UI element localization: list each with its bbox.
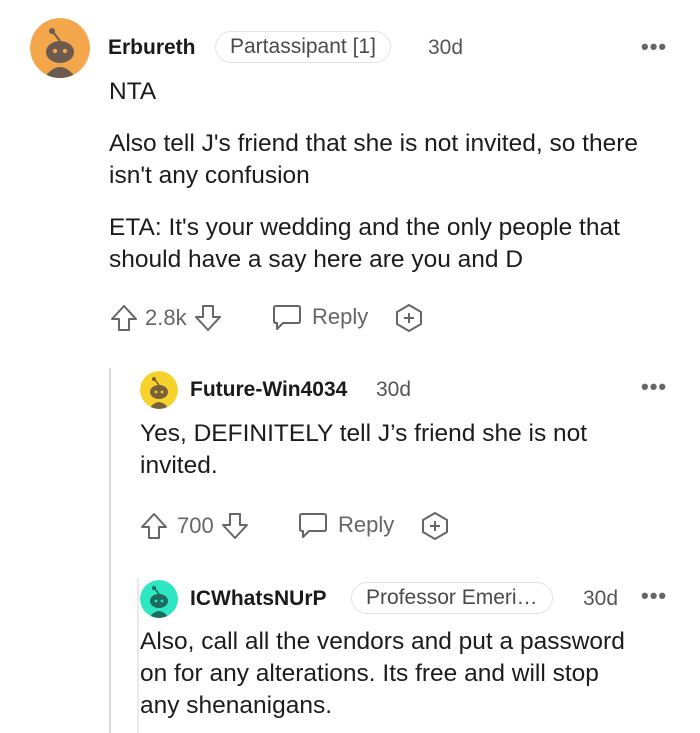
avatar[interactable] bbox=[30, 18, 90, 78]
comment-body: Yes, DEFINITELY tell J’s friend she is n… bbox=[140, 418, 640, 482]
comment-paragraph: ETA: It's your wedding and the only peop… bbox=[109, 214, 620, 273]
comment-paragraph: Also, call all the vendors and put a pas… bbox=[140, 628, 625, 719]
snoo-avatar-icon bbox=[140, 580, 178, 618]
reply-button[interactable]: Reply bbox=[271, 301, 368, 333]
award-button[interactable] bbox=[393, 302, 425, 339]
username[interactable]: ICWhatsNUrP bbox=[190, 587, 327, 611]
more-options-icon[interactable]: ••• bbox=[641, 374, 667, 400]
snoo-avatar-icon bbox=[140, 371, 178, 409]
username[interactable]: Future-Win4034 bbox=[190, 378, 347, 402]
reply-bubble-icon bbox=[299, 513, 327, 538]
award-button[interactable] bbox=[419, 510, 451, 547]
comment-body: Also, call all the vendors and put a pas… bbox=[140, 626, 640, 722]
comment-paragraph: NTA bbox=[109, 78, 157, 105]
vote-score: 700 bbox=[177, 513, 214, 538]
reply-button[interactable]: Reply bbox=[297, 509, 394, 541]
more-options-icon[interactable]: ••• bbox=[641, 34, 667, 60]
downvote-icon[interactable] bbox=[220, 511, 250, 541]
comment-body: NTA Also tell J's friend that she is not… bbox=[109, 76, 669, 276]
vote-score: 2.8k bbox=[145, 305, 187, 330]
comment-age: 30d bbox=[428, 36, 464, 59]
comment-paragraph: Yes, DEFINITELY tell J’s friend she is n… bbox=[140, 420, 588, 479]
snoo-avatar-icon bbox=[30, 18, 90, 78]
reply-label: Reply bbox=[338, 512, 395, 537]
user-flair: Partassipant [1] bbox=[215, 31, 391, 63]
upvote-icon[interactable] bbox=[139, 511, 169, 541]
vote-controls: 700 bbox=[139, 510, 250, 542]
thread-line-level-2[interactable] bbox=[137, 578, 139, 733]
comment-age: 30d bbox=[376, 378, 412, 401]
comment-age: 30d bbox=[583, 587, 619, 610]
comment-paragraph: Also tell J's friend that she is not inv… bbox=[109, 130, 638, 189]
user-flair: Professor Emeri… bbox=[351, 582, 553, 614]
thread-line-level-1[interactable] bbox=[109, 368, 111, 733]
reply-label: Reply bbox=[312, 304, 369, 329]
avatar[interactable] bbox=[140, 371, 178, 409]
vote-controls: 2.8k bbox=[109, 302, 223, 334]
award-plus-icon bbox=[422, 512, 448, 540]
downvote-icon[interactable] bbox=[193, 303, 223, 333]
avatar[interactable] bbox=[140, 580, 178, 618]
username[interactable]: Erbureth bbox=[108, 36, 196, 60]
award-plus-icon bbox=[396, 304, 422, 332]
more-options-icon[interactable]: ••• bbox=[641, 583, 667, 609]
reply-bubble-icon bbox=[273, 305, 301, 330]
upvote-icon[interactable] bbox=[109, 303, 139, 333]
